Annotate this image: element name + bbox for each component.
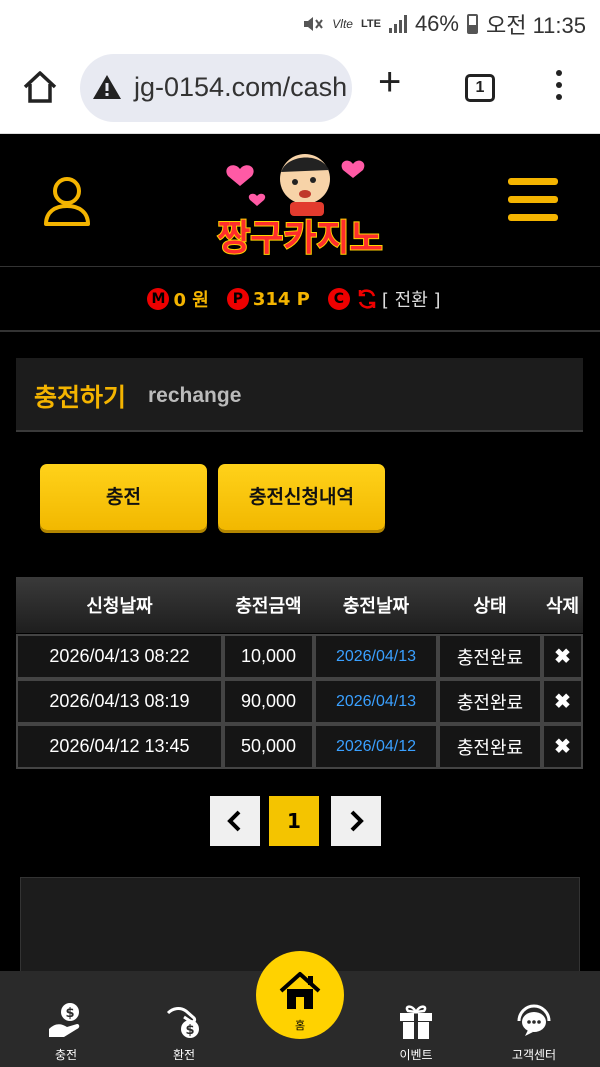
cell-request-date: 2026/04/13 08:19: [16, 679, 223, 724]
page-root: Vlte LTE 46% 오전 11:35 jg-0154.com/cash +…: [0, 0, 600, 1067]
header-charge-date: 충전날짜: [342, 596, 410, 617]
money-value: 0 원: [173, 290, 209, 311]
cell-charge-date: 2026/04/12: [314, 724, 438, 769]
new-tab-button[interactable]: +: [378, 62, 401, 102]
gift-icon: [400, 1005, 432, 1039]
mute-icon: [304, 17, 324, 31]
table-row: 2026/04/12 13:45 50,000 2026/04/12 충전완료 …: [16, 724, 583, 769]
cell-status: 충전완료: [438, 679, 542, 724]
logo-text: 짱구카지노: [217, 218, 383, 259]
cell-request-date: 2026/04/13 08:22: [16, 634, 223, 679]
svg-text:$: $: [185, 1023, 194, 1038]
nav-withdraw-label: 환전: [172, 1048, 196, 1062]
cell-charge-date: 2026/04/13: [314, 679, 438, 724]
nav-deposit[interactable]: $ 충전: [6, 971, 126, 1067]
section-subtitle: rechange: [148, 384, 242, 407]
section-title: 충전하기: [34, 383, 127, 412]
browser-toolbar: jg-0154.com/cash + 1: [0, 42, 600, 134]
point-balance: P 314 P: [226, 288, 310, 310]
nav-home-label: 홈: [294, 1019, 306, 1032]
cell-amount: 50,000: [223, 724, 314, 769]
delete-icon[interactable]: ✖: [542, 679, 583, 724]
charge-button[interactable]: 충전: [40, 464, 207, 530]
signal-icon: [388, 15, 407, 33]
status-bar: Vlte LTE 46% 오전 11:35: [0, 0, 600, 42]
delete-icon[interactable]: ✖: [542, 634, 583, 679]
section-header: 충전하기 rechange: [16, 358, 583, 432]
volte-indicator: Vlte: [332, 17, 353, 31]
chevron-left-icon: [227, 810, 241, 832]
page-number-button[interactable]: 1: [269, 796, 319, 846]
site-logo[interactable]: 짱구카지노: [195, 144, 405, 262]
prev-page-button[interactable]: [210, 796, 260, 846]
next-page-button[interactable]: [331, 796, 381, 846]
casino-badge: C: [327, 288, 350, 310]
header-status: 상태: [473, 596, 507, 617]
point-badge: P: [226, 288, 249, 310]
cell-status: 충전완료: [438, 634, 542, 679]
money-balance: M 0 원: [147, 286, 209, 312]
table-row: 2026/04/13 08:22 10,000 2026/04/13 충전완료 …: [16, 634, 583, 679]
cell-status: 충전완료: [438, 724, 542, 769]
money-badge: M: [147, 288, 170, 310]
browser-home-icon[interactable]: [22, 70, 58, 104]
charge-table: 신청날짜 충전금액 충전날짜 상태 삭제 2026/04/13 08:22 10…: [16, 577, 583, 769]
more-menu-icon[interactable]: [552, 70, 566, 106]
point-value: 314 P: [252, 288, 310, 310]
svg-text:$: $: [65, 1006, 74, 1021]
deposit-icon: $: [49, 1003, 80, 1037]
battery-percent: 46%: [414, 11, 459, 36]
lte-indicator: LTE: [360, 18, 381, 30]
cell-amount: 90,000: [223, 679, 314, 724]
home-icon: [279, 972, 321, 1009]
table-header: 신청날짜 충전금액 충전날짜 상태 삭제: [16, 577, 583, 633]
delete-icon[interactable]: ✖: [542, 724, 583, 769]
tab-switcher-button[interactable]: 1: [465, 74, 495, 102]
nav-home-button[interactable]: 홈: [256, 951, 344, 1039]
refresh-icon[interactable]: [356, 288, 378, 310]
header-delete: 삭제: [545, 596, 580, 617]
withdraw-icon: $: [166, 1007, 199, 1038]
url-text[interactable]: jg-0154.com/cash: [134, 72, 347, 103]
balance-bar: M 0 원 P 314 P C [ 전환 ]: [0, 268, 600, 332]
address-bar[interactable]: jg-0154.com/cash: [80, 54, 352, 122]
charge-history-button[interactable]: 충전신청내역: [218, 464, 385, 530]
battery-icon: [466, 14, 478, 34]
clock: 오전 11:35: [485, 13, 586, 38]
cell-request-date: 2026/04/12 13:45: [16, 724, 223, 769]
warning-icon[interactable]: [92, 73, 122, 101]
hamburger-menu-icon[interactable]: [508, 178, 558, 222]
chevron-right-icon: [350, 810, 364, 832]
header-amount: 충전금액: [235, 596, 302, 617]
casino-balance[interactable]: C [ 전환 ]: [327, 286, 441, 312]
user-icon[interactable]: [42, 174, 92, 228]
site-header: 짱구카지노: [0, 134, 600, 267]
nav-event[interactable]: 이벤트: [356, 971, 476, 1067]
support-chat-icon: [517, 1004, 551, 1036]
cell-amount: 10,000: [223, 634, 314, 679]
nav-deposit-label: 충전: [54, 1048, 78, 1062]
table-row: 2026/04/13 08:19 90,000 2026/04/13 충전완료 …: [16, 679, 583, 724]
nav-support-label: 고객센터: [511, 1048, 557, 1062]
nav-support[interactable]: 고객센터: [474, 971, 594, 1067]
nav-event-label: 이벤트: [399, 1048, 433, 1062]
header-request-date: 신청날짜: [86, 596, 153, 617]
cell-charge-date: 2026/04/13: [314, 634, 438, 679]
nav-withdraw[interactable]: $ 환전: [124, 971, 244, 1067]
convert-button[interactable]: [ 전환 ]: [382, 286, 441, 312]
